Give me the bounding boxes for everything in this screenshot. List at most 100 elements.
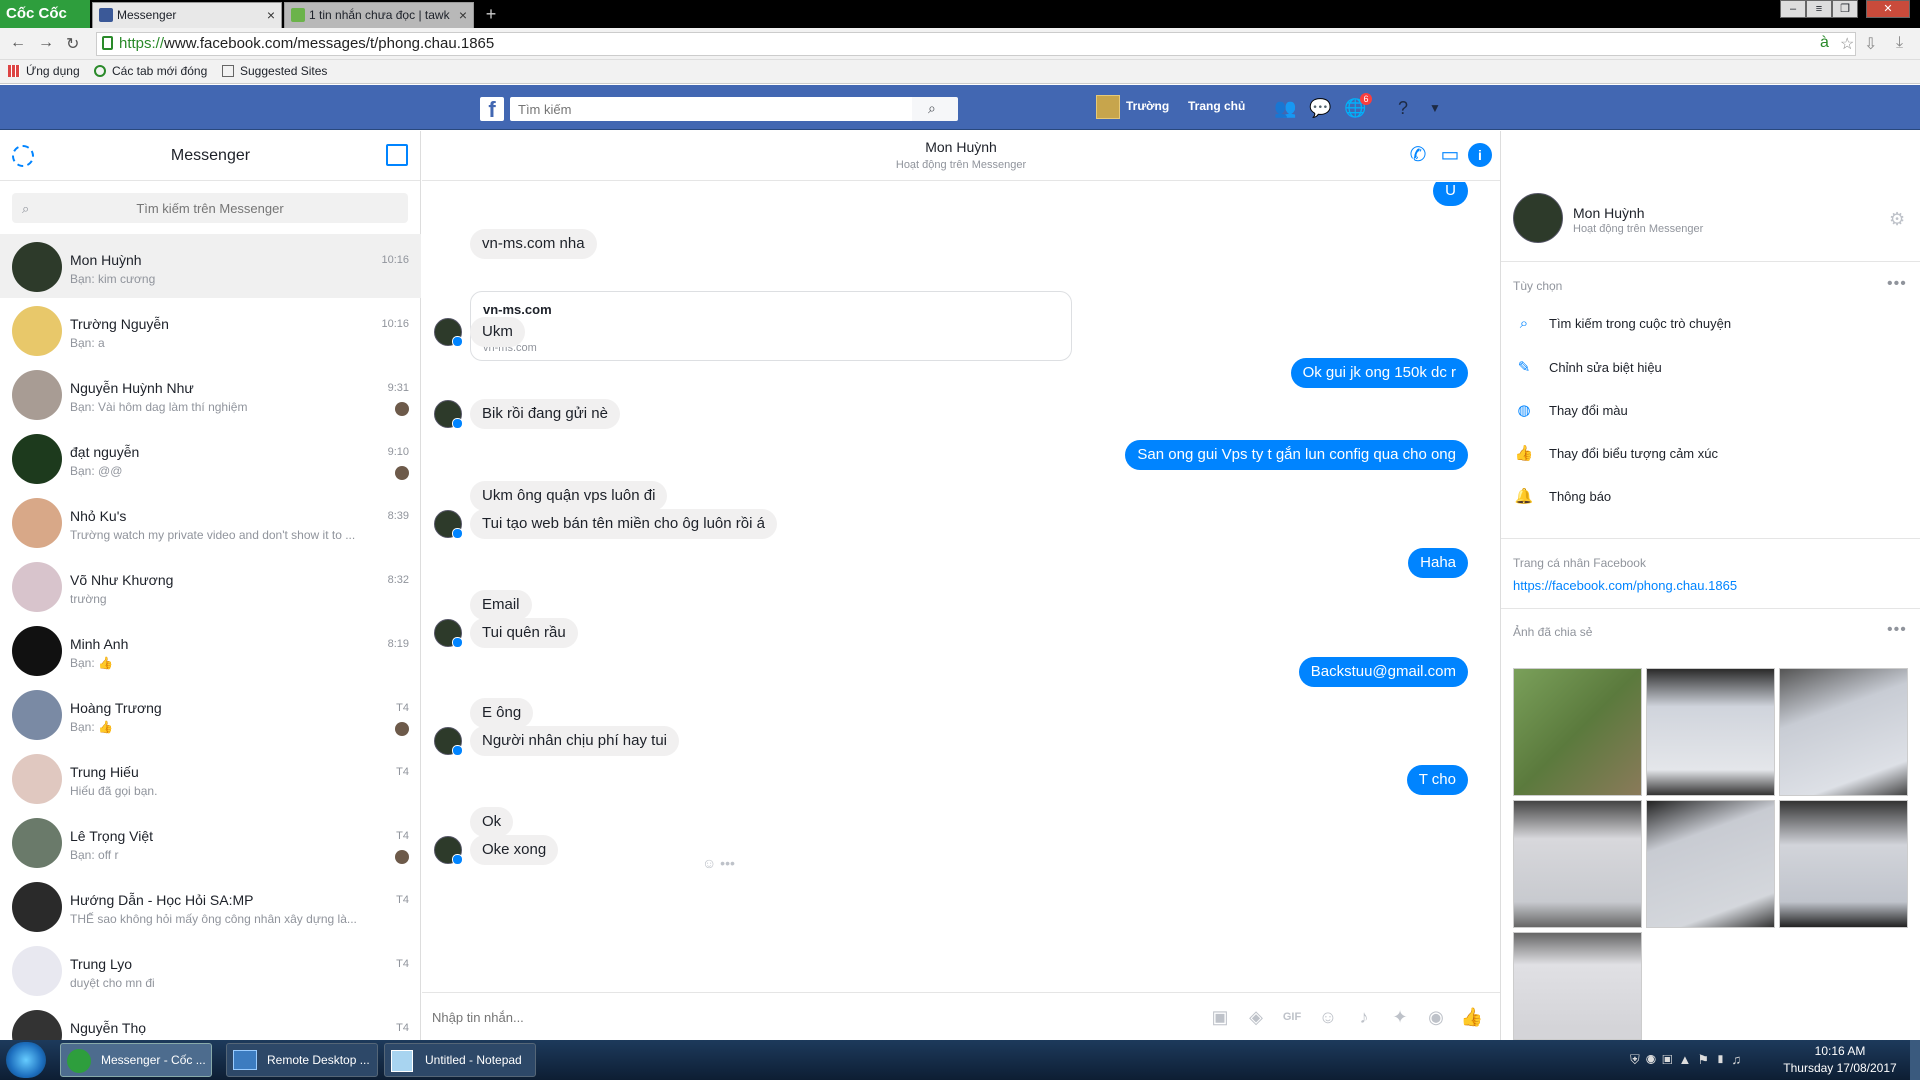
sender-avatar[interactable]: [434, 318, 463, 347]
new-tab-button[interactable]: +: [480, 4, 502, 24]
emoji-icon[interactable]: ☺: [1316, 1005, 1340, 1029]
received-message-bubble[interactable]: Ok: [470, 807, 514, 837]
conversation-item[interactable]: Trung Hiếu Hiếu đã gọi bạn. T4: [0, 746, 421, 810]
received-message-bubble[interactable]: Bik rồi đang gửi nè: [470, 399, 620, 429]
conversation-item[interactable]: Minh Anh Bạn: 👍 8:19: [0, 618, 421, 682]
profile-link[interactable]: Trường: [1126, 99, 1169, 113]
clock-time[interactable]: 10:16 AM: [1770, 1044, 1910, 1058]
sent-message-bubble[interactable]: U: [1433, 182, 1468, 206]
received-message-bubble[interactable]: vn-ms.com nha: [470, 229, 597, 259]
conversation-item[interactable]: Mon Huỳnh Bạn: kim cương 10:16: [0, 234, 421, 298]
browser-logo[interactable]: Cốc Cốc: [0, 0, 90, 28]
sent-message-bubble[interactable]: T cho: [1406, 765, 1468, 795]
conversation-item[interactable]: Lê Trọng Việt Bạn: off r T4: [0, 810, 421, 874]
system-tray-icons[interactable]: ⛨◉▣▲⚑▮♫: [1630, 1052, 1747, 1068]
received-message-bubble[interactable]: Ukm: [470, 317, 525, 347]
new-message-compose-icon[interactable]: [386, 144, 408, 166]
settings-gear-icon[interactable]: ⚙: [1889, 209, 1905, 230]
shared-photo[interactable]: [1513, 800, 1642, 928]
link-preview-card[interactable]: vn-ms.com vn-ms.com: [470, 291, 1072, 361]
close-window-button[interactable]: ✕: [1866, 0, 1910, 18]
bookmark-recent-tabs[interactable]: Các tab mới đóng: [94, 64, 207, 78]
option-change-color[interactable]: ◍ Thay đổi màu: [1513, 401, 1627, 419]
taskbar-item-remote-desktop[interactable]: Remote Desktop ...: [226, 1043, 378, 1077]
minimize-button[interactable]: –: [1780, 0, 1806, 18]
help-icon[interactable]: ?: [1392, 97, 1414, 119]
received-message-bubble[interactable]: Oke xong: [470, 835, 559, 865]
forward-icon[interactable]: →: [38, 34, 54, 52]
conversation-item[interactable]: Nhỏ Ku's Trường watch my private video an…: [0, 490, 421, 554]
account-menu-caret-icon[interactable]: ▼: [1424, 97, 1446, 119]
sent-message-bubble[interactable]: Haha: [1408, 548, 1468, 578]
star-icon[interactable]: ☆: [1840, 34, 1854, 54]
shared-photo[interactable]: [1513, 932, 1642, 1040]
translate-icon[interactable]: à: [1820, 34, 1829, 52]
conversation-item[interactable]: Hướng Dẫn - Học Hỏi SA:MP THẾ sao không h…: [0, 874, 421, 938]
conversation-item[interactable]: Nguyễn Huỳnh Như Bạn: Vài hôm dag làm thí…: [0, 362, 421, 426]
shared-photos-more-icon[interactable]: •••: [1887, 621, 1907, 639]
info-icon[interactable]: i: [1468, 143, 1492, 167]
taskbar-item-notepad[interactable]: Untitled - Notepad: [384, 1043, 536, 1077]
sent-message-bubble[interactable]: Backstuu@gmail.com: [1298, 657, 1468, 687]
messenger-search-input[interactable]: [12, 193, 408, 223]
message-input[interactable]: [432, 1003, 1032, 1031]
camera-icon[interactable]: ◉: [1424, 1005, 1448, 1029]
sender-avatar[interactable]: [434, 510, 463, 539]
conversation-item[interactable]: Trung Lyo duyệt cho mn đi T4: [0, 938, 421, 1002]
option-change-emoji[interactable]: 👍 Thay đổi biểu tượng cảm xúc: [1513, 444, 1718, 462]
conversation-item[interactable]: Hoàng Trương Bạn: 👍 T4: [0, 682, 421, 746]
contact-avatar[interactable]: [1513, 193, 1563, 243]
close-tab-icon[interactable]: ×: [459, 3, 467, 27]
messenger-icon[interactable]: 💬: [1309, 97, 1331, 119]
back-icon[interactable]: ←: [10, 34, 26, 52]
profile-url-link[interactable]: https://facebook.com/phong.chau.1865: [1513, 578, 1737, 593]
gif-icon[interactable]: GIF: [1280, 1005, 1304, 1029]
sender-avatar[interactable]: [434, 400, 463, 429]
received-message-bubble[interactable]: Ukm ông quận vps luôn đi: [470, 481, 668, 511]
shared-photo[interactable]: [1646, 668, 1775, 796]
facebook-logo[interactable]: f: [480, 97, 504, 122]
reload-icon[interactable]: ↻: [66, 34, 79, 54]
bookmark-suggested-sites[interactable]: Suggested Sites: [222, 64, 327, 78]
options-more-icon[interactable]: •••: [1887, 275, 1907, 293]
video-call-icon[interactable]: ▭: [1438, 143, 1462, 167]
option-edit-nickname[interactable]: ✎ Chỉnh sửa biệt hiệu: [1513, 358, 1662, 376]
received-message-bubble[interactable]: E ông: [470, 698, 534, 728]
game-icon[interactable]: ✦: [1388, 1005, 1412, 1029]
add-file-icon[interactable]: ▣: [1208, 1005, 1232, 1029]
sender-avatar[interactable]: [434, 836, 463, 865]
sticker-icon[interactable]: ◈: [1244, 1005, 1268, 1029]
facebook-search-button[interactable]: ⌕: [912, 97, 958, 121]
sent-message-bubble[interactable]: Ok gui jk ong 150k dc r: [1290, 358, 1468, 388]
show-desktop-button[interactable]: [1910, 1040, 1920, 1080]
shared-photo[interactable]: [1779, 668, 1908, 796]
tab-messenger[interactable]: Messenger ×: [92, 2, 282, 28]
received-message-bubble[interactable]: Người nhân chịu phí hay tui: [470, 726, 679, 756]
shared-photo[interactable]: [1513, 668, 1642, 796]
sent-message-bubble[interactable]: San ong gui Vps ty t gắn lun config qua …: [1125, 440, 1468, 470]
facebook-search-input[interactable]: [510, 97, 912, 121]
downloads-icon[interactable]: ⤓: [1896, 34, 1903, 52]
download-icon[interactable]: ⇩: [1864, 34, 1877, 54]
close-tab-icon[interactable]: ×: [267, 3, 275, 27]
conversation-item[interactable]: Trường Nguyễn Bạn: a 10:16: [0, 298, 421, 362]
received-message-bubble[interactable]: Email: [470, 590, 532, 620]
sender-avatar[interactable]: [434, 619, 463, 648]
like-thumb-icon[interactable]: 👍: [1460, 1005, 1484, 1029]
settings-button[interactable]: ≡: [1806, 0, 1832, 18]
voice-call-icon[interactable]: ✆: [1406, 143, 1430, 167]
option-notifications[interactable]: 🔔 Thông báo: [1513, 487, 1612, 505]
sender-avatar[interactable]: [434, 727, 463, 756]
microphone-icon[interactable]: ♪: [1352, 1005, 1376, 1029]
home-link[interactable]: Trang chủ: [1188, 99, 1245, 113]
friend-requests-icon[interactable]: 👥: [1274, 97, 1296, 119]
bookmark-apps[interactable]: Ứng dụng: [8, 64, 80, 78]
shared-photo[interactable]: [1646, 800, 1775, 928]
start-button[interactable]: [6, 1042, 46, 1078]
chat-contact-name[interactable]: Mon Huỳnh: [422, 139, 1500, 155]
contact-name[interactable]: Mon Huỳnh: [1573, 205, 1645, 221]
option-search-conversation[interactable]: ⌕ Tìm kiếm trong cuộc trò chuyện: [1513, 315, 1731, 332]
received-message-bubble[interactable]: Tui tạo web bán tên miền cho ôg luôn rồi…: [470, 509, 777, 539]
tab-tawk[interactable]: 1 tin nhắn chưa đọc | tawk ×: [284, 2, 474, 28]
clock-date[interactable]: Thursday 17/08/2017: [1770, 1061, 1910, 1075]
